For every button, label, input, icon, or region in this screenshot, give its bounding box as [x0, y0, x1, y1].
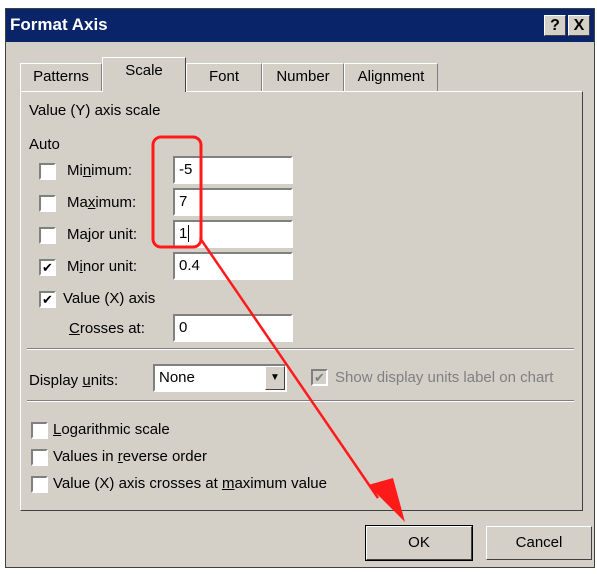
tab-alignment[interactable]: Alignment — [344, 63, 438, 91]
minimum-input[interactable]: -5 — [173, 156, 293, 184]
show-units-label-checkbox[interactable]: ✔ — [311, 369, 328, 386]
auto-major-unit-checkbox[interactable] — [39, 227, 56, 244]
display-units-value: None — [159, 369, 195, 386]
logarithmic-scale-checkbox[interactable] — [31, 422, 48, 439]
maximum-label: Maximum: — [67, 194, 137, 211]
section-title: Value (Y) axis scale — [29, 102, 161, 119]
separator — [27, 400, 574, 402]
logarithmic-scale-label: Logarithmic scale — [53, 421, 170, 438]
auto-label: Auto — [29, 136, 60, 153]
tab-number[interactable]: Number — [262, 63, 344, 91]
minimum-label: Minimum: — [67, 162, 133, 179]
major-unit-input[interactable]: 1 — [173, 220, 293, 248]
dialog-title: Format Axis — [10, 15, 108, 34]
help-button[interactable]: ? — [544, 15, 566, 36]
maximum-input[interactable]: 7 — [173, 188, 293, 216]
separator — [27, 348, 574, 350]
tab-patterns[interactable]: Patterns — [20, 63, 102, 91]
scale-panel: Value (Y) axis scale Auto Minimum: -5 Ma… — [20, 91, 583, 511]
auto-crosses-checkbox[interactable]: ✔ — [39, 291, 56, 308]
format-axis-dialog: Format Axis ? X Patterns Scale Font Numb… — [5, 8, 595, 568]
display-units-select[interactable]: None ▼ — [153, 364, 287, 392]
title-bar: Format Axis ? X — [6, 9, 594, 42]
ok-button[interactable]: OK — [365, 525, 473, 561]
cancel-button[interactable]: Cancel — [486, 526, 592, 560]
crosses-at-maximum-label: Value (X) axis crosses at maximum value — [53, 475, 327, 492]
reverse-order-checkbox[interactable] — [31, 449, 48, 466]
crosses-at-maximum-checkbox[interactable] — [31, 476, 48, 493]
auto-minimum-checkbox[interactable] — [39, 163, 56, 180]
minor-unit-input[interactable]: 0.4 — [173, 252, 293, 280]
display-units-label: Display units: — [29, 372, 119, 389]
tab-scale[interactable]: Scale — [102, 57, 186, 92]
close-button[interactable]: X — [568, 15, 590, 36]
crosses-at-input[interactable]: 0 — [173, 314, 293, 342]
reverse-order-label: Values in reverse order — [53, 448, 207, 465]
crosses-auto-label: Value (X) axis — [63, 290, 156, 307]
auto-maximum-checkbox[interactable] — [39, 195, 56, 212]
crosses-at-label: Crosses at: — [69, 320, 145, 337]
major-unit-label: Major unit: — [67, 226, 138, 243]
minor-unit-label: Minor unit: — [67, 258, 138, 275]
auto-minor-unit-checkbox[interactable]: ✔ — [39, 259, 56, 276]
tab-font[interactable]: Font — [186, 63, 262, 91]
show-units-label-text: Show display units label on chart — [335, 369, 554, 386]
dropdown-arrow-icon[interactable]: ▼ — [265, 366, 285, 390]
